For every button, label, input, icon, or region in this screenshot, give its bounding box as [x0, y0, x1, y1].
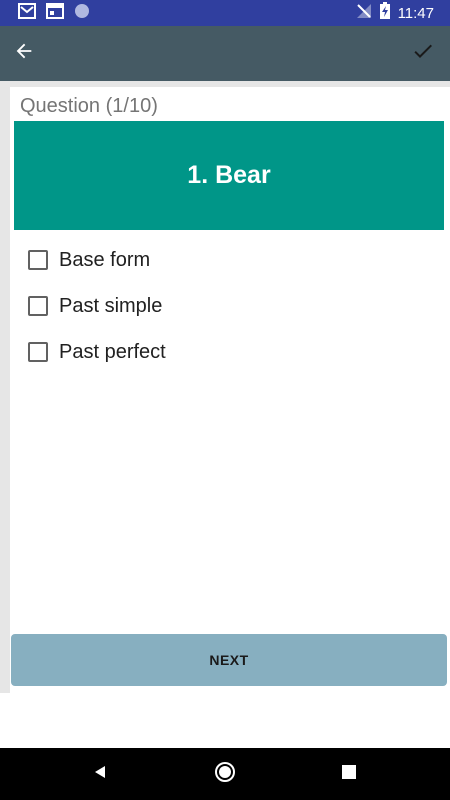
option-label: Base form [59, 248, 151, 271]
calendar-icon [46, 2, 64, 24]
content-area: Question (1/10) 1. Bear Base form Past s… [0, 81, 450, 693]
nav-recents-button[interactable] [329, 754, 369, 794]
signal-off-icon [356, 3, 372, 24]
status-bar: 11:47 [0, 0, 450, 26]
recents-square-icon [342, 764, 356, 784]
option-label: Past simple [59, 294, 163, 317]
nav-back-button[interactable] [80, 754, 120, 794]
navigation-bar [0, 748, 450, 800]
nav-home-button[interactable] [205, 754, 245, 794]
next-button-label: NEXT [209, 652, 249, 668]
system-icons: 11:47 [356, 2, 450, 24]
back-button[interactable] [0, 30, 48, 78]
checkbox[interactable] [28, 296, 48, 316]
circle-icon [74, 3, 90, 24]
back-triangle-icon [92, 764, 108, 785]
home-circle-icon [214, 761, 236, 788]
checkbox[interactable] [28, 342, 48, 362]
option-past-simple[interactable]: Past simple [26, 283, 166, 329]
checkbox[interactable] [28, 250, 48, 270]
question-counter: Question (1/10) [20, 95, 158, 117]
gmail-icon [18, 2, 36, 24]
notification-icons [0, 2, 90, 24]
question-title: 1. Bear [187, 161, 271, 189]
checkmark-icon [411, 39, 435, 68]
option-base-form[interactable]: Base form [26, 237, 166, 283]
arrow-back-icon [13, 40, 35, 67]
toolbar [0, 26, 450, 81]
battery-charging-icon [379, 2, 390, 24]
status-time: 11:47 [397, 4, 434, 22]
confirm-button[interactable] [399, 30, 447, 78]
question-banner: 1. Bear [14, 121, 444, 230]
option-past-perfect[interactable]: Past perfect [26, 329, 166, 375]
answer-options: Base form Past simple Past perfect [26, 237, 166, 375]
next-button[interactable]: NEXT [11, 634, 447, 686]
question-card: Question (1/10) 1. Bear Base form Past s… [10, 87, 450, 693]
option-label: Past perfect [59, 340, 166, 363]
